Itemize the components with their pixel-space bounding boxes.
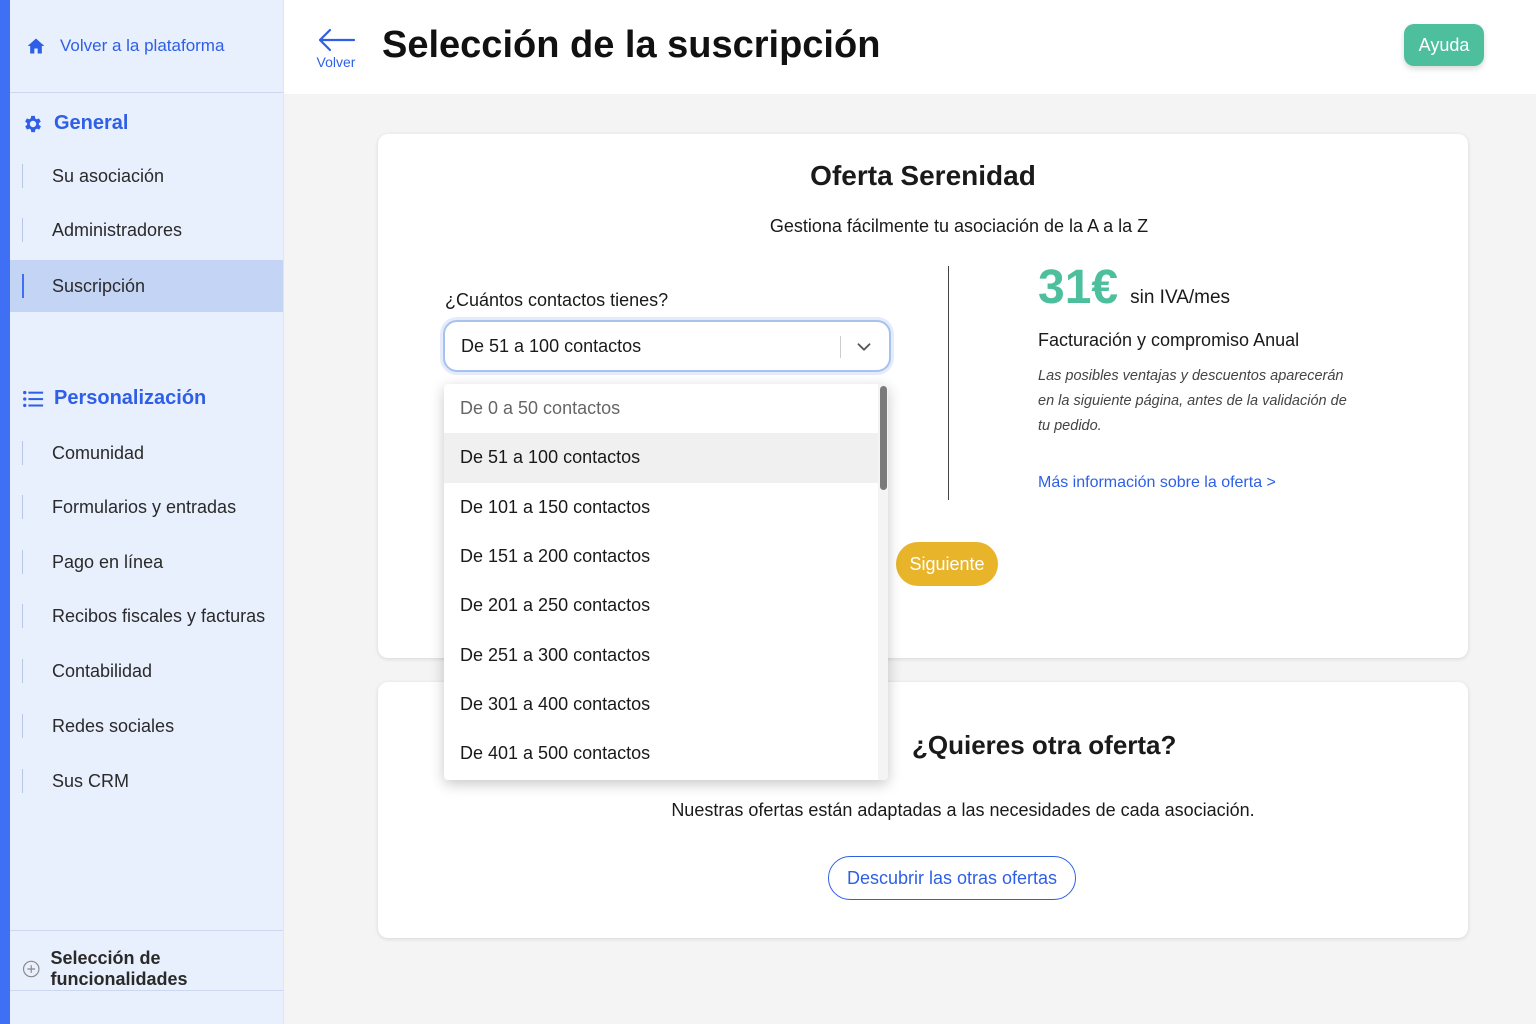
contacts-dropdown: De 0 a 50 contactos De 51 a 100 contacto… (444, 384, 888, 780)
sidebar-item-redes-sociales[interactable]: Redes sociales (10, 700, 283, 752)
sidebar-section-general-label: General (54, 112, 129, 134)
sidebar-divider (10, 990, 283, 991)
sidebar-item-formularios[interactable]: Formularios y entradas (10, 481, 283, 533)
sidebar-item-pago-en-linea[interactable]: Pago en línea (10, 536, 283, 588)
sidebar-bottom-label: Selección de funcionalidades (50, 948, 188, 989)
price-value: 31€ (1038, 261, 1119, 314)
gear-icon (25, 115, 41, 132)
other-offer-title: ¿Quieres otra oferta? (912, 730, 1177, 760)
sidebar-item-comunidad[interactable]: Comunidad (10, 427, 283, 479)
sidebar-item-suscripcion[interactable]: Suscripción (10, 260, 283, 312)
sidebar-divider (10, 930, 283, 931)
sidebar-section-general: General (22, 112, 128, 135)
list-icon (23, 390, 44, 407)
back-button[interactable]: Volver (316, 26, 356, 70)
page-header: Volver Selección de la suscripción Ayuda (284, 0, 1536, 94)
contacts-question: ¿Cuántos contactos tienes? (445, 290, 669, 310)
dropdown-option[interactable]: De 251 a 300 contactos (444, 630, 888, 679)
dropdown-option[interactable]: De 201 a 250 contactos (444, 581, 888, 630)
contacts-select-value: De 51 a 100 contactos (461, 335, 642, 356)
dropdown-option-selected[interactable]: De 51 a 100 contactos (444, 433, 888, 483)
discount-note: Las posibles ventajas y descuentos apare… (1038, 368, 1347, 434)
sidebar-item-su-asociacion[interactable]: Su asociación (10, 150, 283, 202)
sidebar-item-recibos-fiscales[interactable]: Recibos fiscales y facturas (10, 590, 283, 642)
back-to-platform-link[interactable]: Volver a la plataforma (26, 36, 224, 56)
dropdown-scrollbar-thumb[interactable] (880, 386, 887, 490)
sidebar-item-label: Recibos fiscales y facturas (52, 605, 266, 626)
sidebar-item-sus-crm[interactable]: Sus CRM (10, 755, 283, 807)
dropdown-option[interactable]: De 101 a 150 contactos (444, 483, 888, 532)
vertical-divider (948, 266, 949, 500)
back-button-label: Volver (316, 54, 356, 70)
sidebar: Volver a la plataforma General Su asocia… (0, 0, 284, 1024)
sidebar-item-label: Comunidad (52, 442, 145, 463)
sidebar-item-label: Formularios y entradas (52, 496, 237, 517)
page-title: Selección de la suscripción (382, 24, 881, 66)
offer-subtitle: Gestiona fácilmente tu asociación de la … (769, 216, 1149, 236)
sidebar-section-personalizacion: Personalización (22, 387, 206, 410)
dropdown-option[interactable]: De 0 a 50 contactos (444, 384, 888, 433)
more-info-link[interactable]: Más información sobre la oferta > (1038, 474, 1276, 492)
sidebar-item-label: Administradores (52, 219, 183, 240)
chevron-down-icon[interactable] (853, 336, 875, 358)
sidebar-item-label: Pago en línea (52, 551, 164, 572)
offer-title: Oferta Serenidad (810, 160, 1036, 191)
arrow-left-icon (318, 28, 356, 52)
sidebar-item-label: Redes sociales (52, 715, 175, 736)
discover-offers-button[interactable]: Descubrir las otras ofertas (828, 856, 1076, 900)
contacts-select[interactable]: De 51 a 100 contactos (443, 320, 891, 372)
help-button[interactable]: Ayuda (1404, 24, 1484, 66)
sidebar-item-label: Suscripción (52, 275, 146, 296)
sidebar-item-label: Contabilidad (52, 660, 153, 681)
sidebar-item-label: Su asociación (52, 165, 165, 186)
sidebar-item-seleccion-funcionalidades[interactable]: Selección de funcionalidades (22, 948, 283, 990)
sidebar-item-administradores[interactable]: Administradores (10, 204, 283, 256)
billing-info: Facturación y compromiso Anual (1038, 330, 1300, 350)
sidebar-item-label: Sus CRM (52, 770, 130, 791)
plus-circle-icon (22, 960, 40, 978)
sidebar-rail (0, 0, 10, 1024)
price-unit: sin IVA/mes (1130, 287, 1231, 308)
sidebar-divider (10, 92, 283, 93)
dropdown-option[interactable]: De 301 a 400 contactos (444, 680, 888, 729)
other-offer-subtitle: Nuestras ofertas están adaptadas a las n… (671, 800, 1255, 820)
dropdown-option[interactable]: De 401 a 500 contactos (444, 729, 888, 778)
back-to-platform-label: Volver a la plataforma (60, 36, 225, 55)
price-row: 31€ sin IVA/mes (1038, 260, 1230, 315)
sidebar-section-personalizacion-label: Personalización (54, 387, 207, 409)
dropdown-scrollbar[interactable] (878, 384, 888, 780)
home-icon (27, 38, 45, 54)
dropdown-option[interactable]: De 151 a 200 contactos (444, 532, 888, 581)
next-button[interactable]: Siguiente (896, 542, 998, 586)
select-divider (840, 336, 841, 358)
sidebar-item-contabilidad[interactable]: Contabilidad (10, 645, 283, 697)
